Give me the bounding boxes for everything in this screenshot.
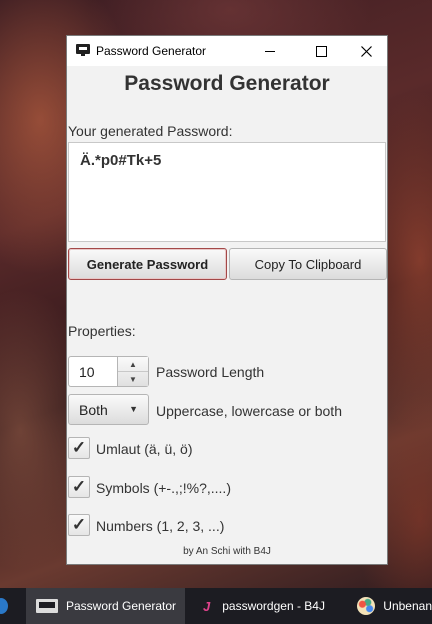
taskbar: Password Generator J passwordgen - B4J U… xyxy=(0,588,432,624)
close-button[interactable] xyxy=(343,36,389,66)
footer-credit: by An Schi with B4J xyxy=(183,546,271,557)
app-window-icon xyxy=(76,44,90,56)
window-title: Password Generator xyxy=(96,44,207,58)
maximize-icon xyxy=(315,45,327,57)
taskbar-item-password-generator[interactable]: Password Generator xyxy=(26,588,185,624)
properties-label: Properties: xyxy=(68,323,136,339)
minimize-button[interactable] xyxy=(247,36,293,66)
symbols-checkbox[interactable]: ✓ xyxy=(68,476,90,498)
taskbar-item-label: passwordgen - B4J xyxy=(222,599,325,613)
page-title: Password Generator xyxy=(124,72,330,95)
taskbar-item-b4j[interactable]: J passwordgen - B4J xyxy=(203,588,343,624)
numbers-checkbox[interactable]: ✓ xyxy=(68,514,90,536)
copy-to-clipboard-button[interactable]: Copy To Clipboard xyxy=(229,248,387,280)
decrement-button[interactable]: ▼ xyxy=(118,372,148,386)
umlaut-label: Umlaut (ä, ü, ö) xyxy=(96,441,193,457)
checkmark-icon: ✓ xyxy=(71,438,87,457)
symbols-label: Symbols (+-.,;!%?,....) xyxy=(96,480,231,496)
generate-password-button[interactable]: Generate Password xyxy=(68,248,227,280)
case-select-value: Both xyxy=(79,402,108,418)
arrow-down-icon: ▼ xyxy=(129,374,137,384)
close-icon xyxy=(360,45,372,57)
increment-button[interactable]: ▲ xyxy=(118,357,148,372)
taskbar-item-label: Unbenan xyxy=(383,599,432,613)
b4j-icon: J xyxy=(203,598,211,614)
title-bar[interactable]: Password Generator xyxy=(67,36,387,66)
checkmark-icon: ✓ xyxy=(71,477,87,496)
generated-password-field[interactable]: Ä.*p0#Tk+5 xyxy=(68,142,386,242)
password-length-label: Password Length xyxy=(156,364,265,380)
window-icon xyxy=(36,599,58,613)
maximize-button[interactable] xyxy=(298,36,344,66)
umlaut-checkbox[interactable]: ✓ xyxy=(68,437,90,459)
arrow-up-icon: ▲ xyxy=(129,359,137,369)
taskbar-item-label: Password Generator xyxy=(66,599,177,613)
generated-password-label: Your generated Password: xyxy=(68,123,233,139)
case-select[interactable]: Both ▼ xyxy=(68,394,149,425)
checkmark-icon: ✓ xyxy=(71,515,87,534)
chevron-down-icon: ▼ xyxy=(129,404,138,414)
password-length-value[interactable]: 10 xyxy=(79,364,95,380)
taskbar-item-paint[interactable]: Unbenan xyxy=(357,588,432,624)
minimize-icon xyxy=(265,50,275,52)
password-generator-window: Password Generator Password Generator Yo… xyxy=(66,35,388,565)
numbers-label: Numbers (1, 2, 3, ...) xyxy=(96,518,225,534)
browser-icon[interactable] xyxy=(0,598,8,614)
spinner-buttons: ▲ ▼ xyxy=(117,357,148,386)
case-label: Uppercase, lowercase or both xyxy=(156,403,342,419)
password-length-spinner[interactable]: 10 ▲ ▼ xyxy=(68,356,149,387)
paint-icon xyxy=(357,597,376,615)
